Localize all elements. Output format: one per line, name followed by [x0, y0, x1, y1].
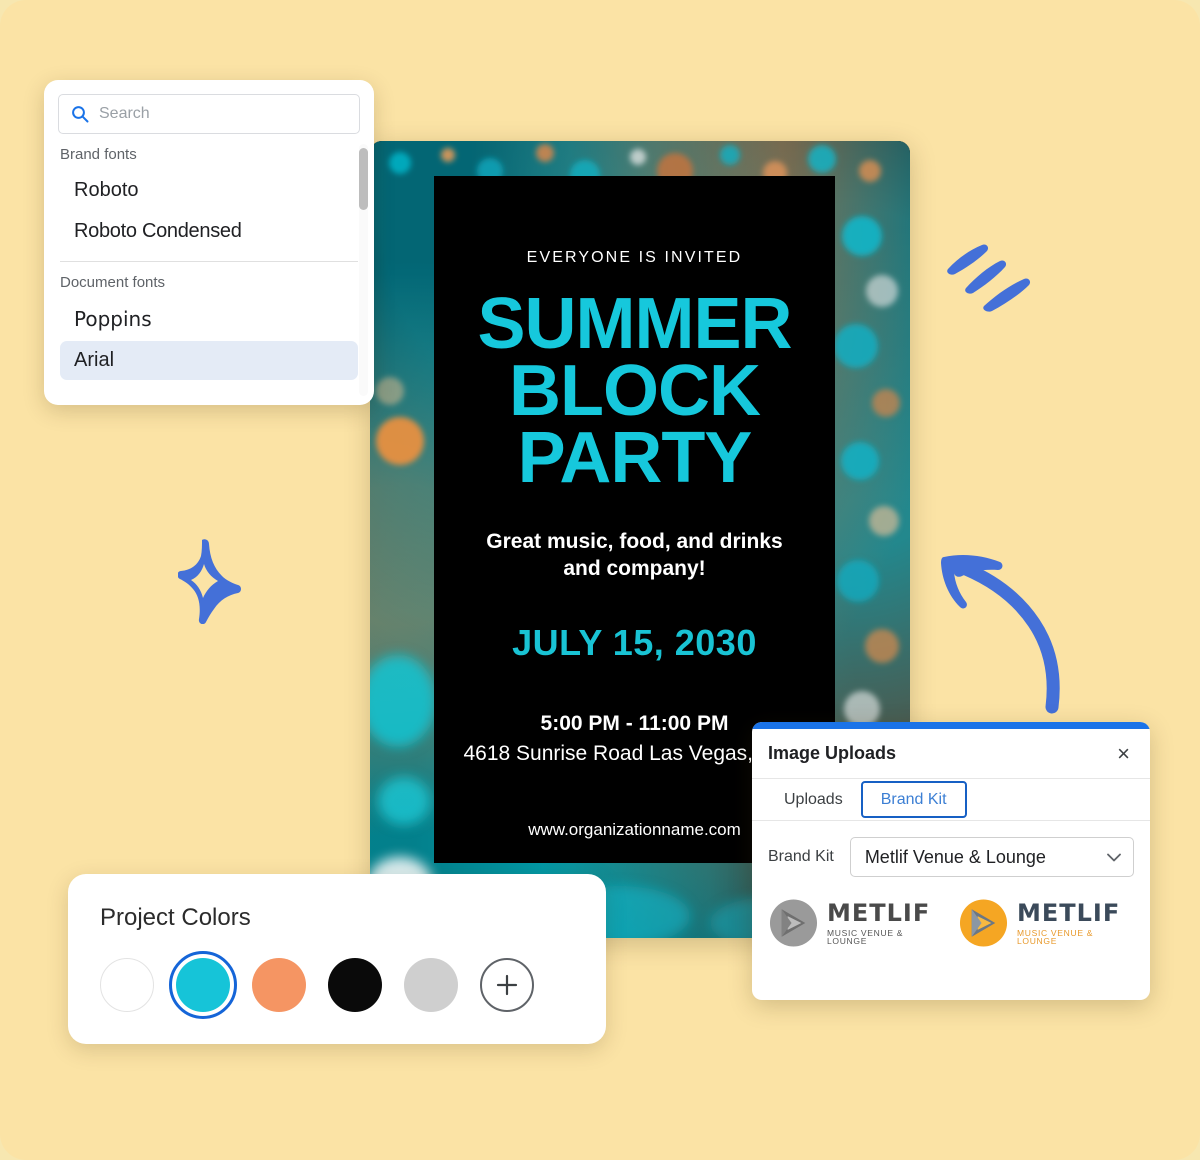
poster-title-line-2: BLOCK	[509, 350, 761, 431]
dialog-header: Image Uploads ×	[752, 729, 1150, 779]
logo-metlif-orange[interactable]: METLIF MUSIC VENUE & LOUNGE	[958, 897, 1134, 949]
blue-sparkle-decoration	[177, 534, 248, 625]
poster-subtitle: Great music, food, and drinks and compan…	[486, 528, 782, 583]
brand-kit-select[interactable]: Metlif Venue & Lounge	[849, 837, 1134, 877]
blue-strokes-decoration	[940, 236, 1050, 316]
search-icon	[71, 105, 89, 123]
brand-kit-row: Brand Kit Metlif Venue & Lounge	[768, 837, 1134, 877]
image-uploads-dialog[interactable]: Image Uploads × Uploads Brand Kit Brand …	[752, 722, 1150, 1000]
logo-orange-tagline: MUSIC VENUE & LOUNGE	[1016, 927, 1094, 946]
font-list-scrollbar-thumb[interactable]	[359, 148, 368, 210]
font-list: Brand fonts Roboto Roboto Condensed Docu…	[44, 134, 374, 380]
font-group-label-brand: Brand fonts	[60, 146, 137, 163]
poster-date: JULY 15, 2030	[512, 622, 757, 664]
color-swatch-orange[interactable]	[252, 958, 306, 1012]
search-input[interactable]	[99, 105, 347, 123]
logo-grayscale-main: METLIF	[826, 898, 931, 927]
poster-title-line-3: PARTY	[517, 417, 753, 498]
metlif-mark-grayscale-icon	[769, 899, 818, 947]
plus-icon	[496, 974, 518, 996]
chevron-down-icon	[1107, 849, 1121, 865]
blue-curved-arrow-decoration	[930, 535, 1080, 715]
poster-subtitle-line-1: Great music, food, and drinks	[486, 529, 783, 553]
brand-kit-selected-value: Metlif Venue & Lounge	[864, 846, 1046, 867]
poster-website: www.organizationname.com	[528, 820, 741, 840]
dialog-title: Image Uploads	[768, 743, 897, 763]
color-swatch-light-gray[interactable]	[404, 958, 458, 1012]
tab-brand-kit[interactable]: Brand Kit	[860, 781, 967, 818]
font-item-arial[interactable]: Arial	[60, 341, 358, 380]
font-item-poppins[interactable]: Poppins	[60, 299, 358, 339]
brand-kit-logo-list: METLIF MUSIC VENUE & LOUNGE METLIF MUSIC…	[768, 897, 1134, 949]
font-item-roboto-condensed[interactable]: Roboto Condensed	[60, 212, 358, 251]
project-colors-panel: Project Colors	[68, 874, 606, 1044]
logo-grayscale-tagline: MUSIC VENUE & LOUNGE	[826, 927, 904, 946]
dialog-accent-bar	[752, 722, 1150, 729]
metlif-mark-orange-icon	[959, 899, 1008, 947]
poster-time: 5:00 PM - 11:00 PM	[540, 712, 729, 736]
poster-title: SUMMER BLOCK PARTY	[477, 284, 793, 498]
poster-kicker: EVERYONE IS INVITED	[526, 249, 743, 266]
tab-uploads[interactable]: Uploads	[766, 779, 861, 820]
color-swatch-list	[100, 951, 574, 1019]
font-item-roboto[interactable]: Roboto	[60, 171, 358, 210]
logo-metlif-grayscale[interactable]: METLIF MUSIC VENUE & LOUNGE	[768, 897, 944, 949]
logo-orange-wordmark: METLIF MUSIC VENUE & LOUNGE	[1017, 901, 1134, 946]
dialog-tabs: Uploads Brand Kit	[752, 779, 1150, 821]
font-group-label-document: Document fonts	[60, 274, 166, 291]
color-swatch-white[interactable]	[100, 958, 154, 1012]
logo-orange-main: METLIF	[1016, 898, 1121, 927]
font-group-divider	[60, 261, 358, 262]
poster-title-line-1: SUMMER	[477, 284, 793, 364]
search-box[interactable]	[58, 94, 360, 134]
search-container	[44, 80, 374, 134]
dialog-body: Brand Kit Metlif Venue & Lounge METLIF M…	[752, 821, 1150, 949]
color-swatch-cyan[interactable]	[169, 951, 237, 1019]
poster-subtitle-line-2: and company!	[563, 557, 706, 581]
color-swatch-black[interactable]	[328, 958, 382, 1012]
add-color-button[interactable]	[480, 958, 534, 1012]
logo-grayscale-wordmark: METLIF MUSIC VENUE & LOUNGE	[827, 901, 944, 946]
close-icon[interactable]: ×	[1113, 741, 1134, 767]
font-picker-panel[interactable]: Brand fonts Roboto Roboto Condensed Docu…	[44, 80, 374, 405]
project-colors-title: Project Colors	[100, 904, 251, 931]
canvas-stage: EVERYONE IS INVITED SUMMER BLOCK PARTY G…	[0, 0, 1200, 1160]
brand-kit-label: Brand Kit	[768, 848, 834, 865]
